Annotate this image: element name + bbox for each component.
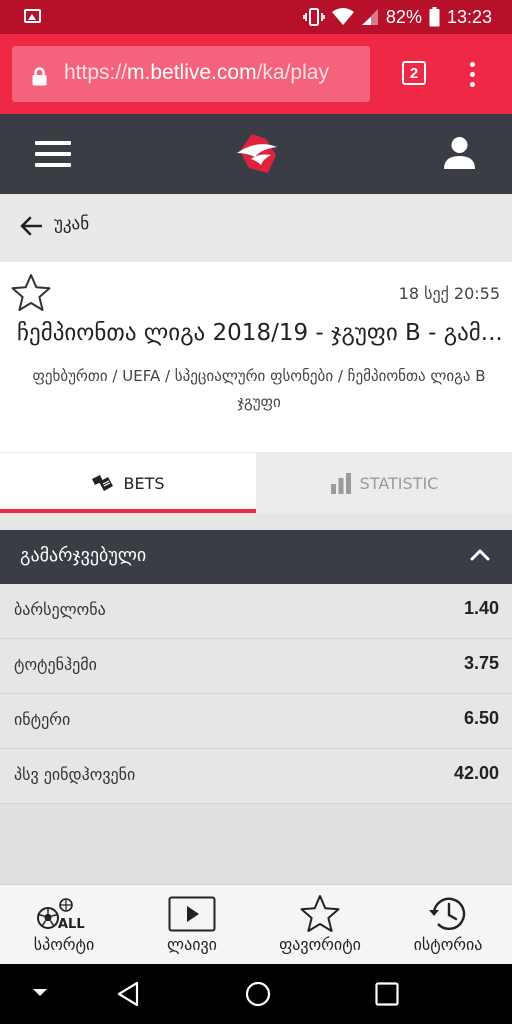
address-bar[interactable]: https://m.betlive.com/ka/play — [12, 46, 370, 102]
soccer-ball-all-icon: ALL — [37, 898, 85, 931]
tab-statistic-label: STATISTIC — [359, 473, 439, 493]
nav-live-label: ლაივი — [167, 935, 217, 954]
odds-list: ბარსელონა 1.40 ტოტენჰემი 3.75 ინტერი 6.5… — [0, 584, 512, 804]
browser-menu-icon[interactable] — [466, 62, 478, 88]
back-nav-icon[interactable] — [116, 981, 140, 1007]
hamburger-menu-icon[interactable] — [35, 141, 71, 167]
nav-favorites[interactable]: ფავორიტი — [256, 885, 384, 965]
browser-toolbar: https://m.betlive.com/ka/play 2 — [0, 34, 512, 114]
event-date: 18 სექ 20:55 — [398, 284, 500, 303]
content-filler — [0, 804, 512, 884]
odd-row[interactable]: ტოტენჰემი 3.75 — [0, 639, 512, 694]
wifi-icon — [331, 8, 354, 25]
url-text: https://m.betlive.com/ka/play — [64, 61, 329, 85]
tab-bets[interactable]: BETS — [0, 453, 256, 513]
chevron-up-icon[interactable] — [470, 548, 490, 561]
market-header[interactable]: გამარჯვებული — [0, 530, 512, 584]
tab-statistic[interactable]: STATISTIC — [256, 453, 512, 513]
lock-icon — [32, 67, 47, 86]
battery-icon — [429, 7, 440, 27]
collapse-icon[interactable] — [32, 988, 48, 998]
nav-sport[interactable]: ALL სპორტი — [0, 885, 128, 965]
all-badge: ALL — [58, 917, 85, 931]
vibrate-icon — [303, 8, 325, 26]
app-header — [0, 114, 512, 194]
url-scheme: https:// — [64, 61, 128, 84]
odd-value[interactable]: 1.40 — [464, 598, 499, 619]
back-label[interactable]: უკან — [54, 214, 89, 234]
odd-value[interactable]: 6.50 — [464, 708, 499, 729]
section-gap — [0, 513, 512, 530]
odd-value[interactable]: 42.00 — [454, 763, 499, 784]
odd-row[interactable]: ინტერი 6.50 — [0, 694, 512, 749]
user-account-icon[interactable] — [443, 136, 476, 170]
status-bar: 82% 13:23 — [0, 0, 512, 34]
url-host: m.betlive.com — [127, 61, 257, 84]
event-breadcrumb: ფეხბურთი / UEFA / სპეციალური ფსონები / ჩ… — [32, 367, 486, 411]
image-notification-icon — [24, 9, 41, 23]
nav-history[interactable]: ისტორია — [384, 885, 512, 965]
back-bar[interactable]: უკან — [0, 194, 512, 262]
odd-value[interactable]: 3.75 — [464, 653, 499, 674]
favorites-star-icon — [300, 895, 340, 932]
status-indicators: 82% 13:23 — [303, 0, 492, 34]
selection-label: ბარსელონა — [14, 600, 106, 619]
live-play-icon — [168, 896, 216, 932]
tab-bets-label: BETS — [123, 473, 165, 493]
bar-chart-icon — [330, 473, 351, 494]
nav-sport-label: სპორტი — [33, 935, 95, 954]
battery-percent: 82% — [385, 6, 422, 27]
odd-row[interactable]: პსვ ეინდჰოვენი 42.00 — [0, 749, 512, 804]
selection-label: ტოტენჰემი — [14, 655, 97, 674]
tab-switcher-button[interactable]: 2 — [402, 61, 426, 85]
back-arrow-icon[interactable] — [20, 216, 42, 236]
history-clock-icon — [429, 897, 466, 930]
bets-ticket-icon — [92, 475, 114, 491]
event-tabs: BETS STATISTIC — [0, 453, 512, 513]
home-nav-icon[interactable] — [245, 981, 271, 1007]
selection-label: ინტერი — [14, 710, 71, 729]
recents-nav-icon[interactable] — [375, 982, 399, 1006]
selection-label: პსვ ეინდჰოვენი — [14, 765, 136, 784]
event-title: ჩემპიონთა ლიგა 2018/19 - ჯგუფი B - გამ..… — [17, 320, 503, 346]
event-header: 18 სექ 20:55 ჩემპიონთა ლიგა 2018/19 - ჯგ… — [0, 262, 512, 452]
odd-row[interactable]: ბარსელონა 1.40 — [0, 584, 512, 639]
clock: 13:23 — [446, 6, 492, 27]
betlive-logo[interactable] — [235, 133, 279, 175]
nav-favorites-label: ფავორიტი — [279, 935, 361, 954]
market-name: გამარჯვებული — [20, 545, 147, 566]
system-navigation-bar — [0, 964, 512, 1024]
nav-live[interactable]: ლაივი — [128, 885, 256, 965]
favorite-star-icon[interactable] — [10, 273, 52, 313]
bottom-navigation: ALL სპორტი ლაივი ფავორიტი ისტორია — [0, 884, 512, 964]
url-path: /ka/play — [256, 61, 329, 84]
signal-icon — [361, 9, 378, 25]
nav-history-label: ისტორია — [413, 935, 483, 954]
